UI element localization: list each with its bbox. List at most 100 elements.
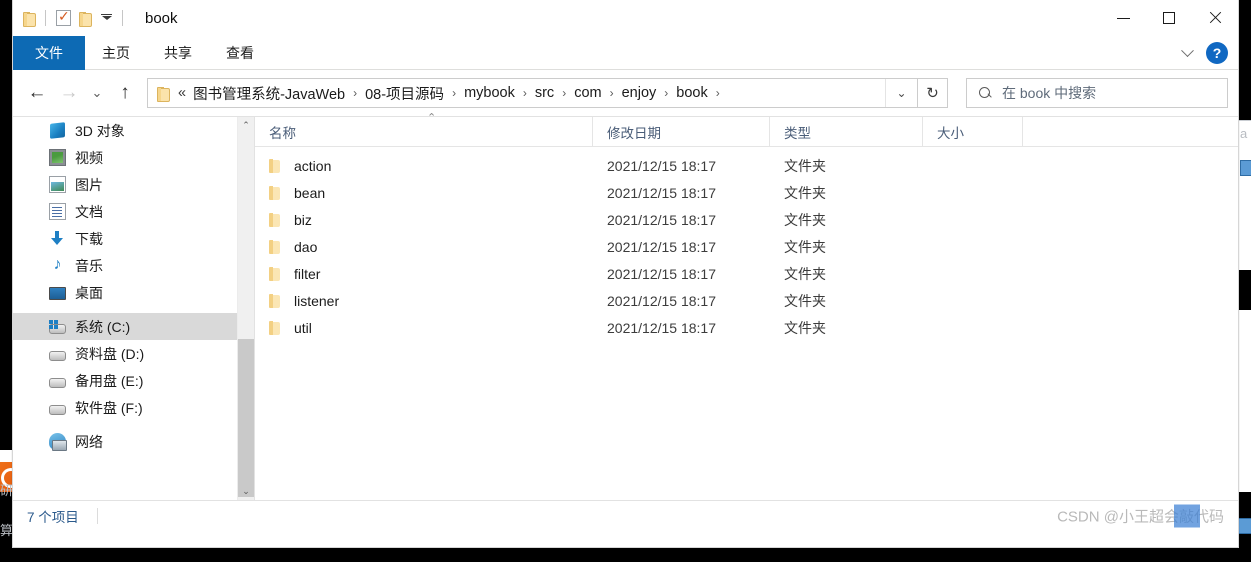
close-button[interactable]: [1192, 0, 1238, 36]
videos-icon: [49, 149, 66, 166]
breadcrumb-separator-4[interactable]: ›: [605, 86, 619, 100]
help-button[interactable]: ?: [1206, 42, 1228, 64]
file-date: 2021/12/15 18:17: [607, 184, 716, 201]
search-input[interactable]: 在 book 中搜索: [1002, 83, 1096, 103]
table-row[interactable]: bean 2021/12/15 18:17 文件夹: [255, 179, 1238, 206]
breadcrumb-separator-2[interactable]: ›: [518, 86, 532, 100]
breadcrumb-item-4[interactable]: com: [571, 83, 604, 103]
sidebar-item-desktop[interactable]: 桌面: [13, 279, 254, 306]
drive-icon: [49, 377, 66, 388]
sidebar-item-label: 视频: [75, 149, 103, 166]
table-row[interactable]: filter 2021/12/15 18:17 文件夹: [255, 260, 1238, 287]
properties-icon[interactable]: [56, 8, 71, 26]
table-row[interactable]: util 2021/12/15 18:17 文件夹: [255, 314, 1238, 341]
ribbon-right-controls: ?: [1174, 36, 1234, 70]
system-drive-icon: [49, 319, 66, 334]
sidebar-item-network[interactable]: 网络: [13, 428, 254, 455]
customize-quick-access-caret-icon[interactable]: [100, 11, 114, 25]
3d-objects-icon: [50, 122, 65, 139]
main-body: 3D 对象 视频 图片 文档 下载 ♪ 音乐 桌面 系统 (C:) 资料盘 (D…: [13, 112, 1238, 500]
scroll-down-button[interactable]: ⌄: [238, 483, 254, 500]
tab-view[interactable]: 查看: [209, 36, 271, 70]
breadcrumb-item-2[interactable]: mybook: [461, 83, 518, 103]
column-header-size[interactable]: 大小: [923, 116, 1023, 147]
downloads-icon: [49, 230, 66, 247]
watermark-selection-overlay: [1174, 504, 1200, 528]
sidebar-item-downloads[interactable]: 下载: [13, 225, 254, 252]
file-type: 文件夹: [784, 211, 826, 228]
scrollbar-thumb[interactable]: [238, 339, 254, 497]
sidebar-item-label: 备用盘 (E:): [75, 372, 144, 389]
up-button[interactable]: ↑: [109, 77, 141, 109]
folder-icon: [269, 239, 283, 255]
file-name: action: [294, 157, 332, 174]
sidebar-item-3d-objects[interactable]: 3D 对象: [13, 117, 254, 144]
refresh-button[interactable]: ↻: [918, 78, 948, 108]
breadcrumb-separator-5[interactable]: ›: [659, 86, 673, 100]
sidebar-scrollbar[interactable]: ⌃ ⌄: [237, 117, 254, 500]
sort-ascending-icon: ⌃: [427, 111, 437, 124]
search-box[interactable]: 在 book 中搜索: [966, 78, 1228, 108]
new-folder-icon[interactable]: [78, 11, 93, 27]
column-header-date[interactable]: 修改日期: [593, 116, 770, 147]
sidebar-item-videos[interactable]: 视频: [13, 144, 254, 171]
table-row[interactable]: dao 2021/12/15 18:17 文件夹: [255, 233, 1238, 260]
table-row[interactable]: action 2021/12/15 18:17 文件夹: [255, 152, 1238, 179]
sidebar-item-label: 桌面: [75, 284, 103, 301]
sidebar-item-drive-f[interactable]: 软件盘 (F:): [13, 394, 254, 421]
breadcrumb-item-0[interactable]: 图书管理系统-JavaWeb: [190, 81, 348, 106]
sidebar-item-drive-d[interactable]: 资料盘 (D:): [13, 340, 254, 367]
scroll-up-button[interactable]: ⌃: [238, 117, 254, 134]
back-button[interactable]: ←: [21, 77, 53, 109]
breadcrumb-item-6[interactable]: book: [673, 83, 710, 103]
column-header-type[interactable]: 类型: [770, 116, 923, 147]
table-row[interactable]: listener 2021/12/15 18:17 文件夹: [255, 287, 1238, 314]
sidebar-item-drive-e[interactable]: 备用盘 (E:): [13, 367, 254, 394]
network-icon: [49, 433, 67, 451]
breadcrumb-item-3[interactable]: src: [532, 83, 557, 103]
folder-icon[interactable]: [22, 11, 37, 27]
bg-black-edge-right: [1239, 0, 1251, 120]
drive-icon: [49, 404, 66, 415]
breadcrumb-item-5[interactable]: enjoy: [619, 83, 660, 103]
file-name: biz: [294, 211, 312, 228]
file-type: 文件夹: [784, 157, 826, 174]
window-controls: [1100, 0, 1238, 36]
navigation-pane: 3D 对象 视频 图片 文档 下载 ♪ 音乐 桌面 系统 (C:) 资料盘 (D…: [13, 117, 254, 500]
sidebar-item-documents[interactable]: 文档: [13, 198, 254, 225]
sidebar-item-pictures[interactable]: 图片: [13, 171, 254, 198]
address-dropdown-icon[interactable]: ⌄: [885, 79, 917, 107]
minimize-button[interactable]: [1100, 0, 1146, 36]
breadcrumb-item-1[interactable]: 08-项目源码: [362, 81, 447, 106]
sidebar-item-label: 软件盘 (F:): [75, 399, 143, 416]
sidebar-item-music[interactable]: ♪ 音乐: [13, 252, 254, 279]
chevron-down-icon[interactable]: [1174, 40, 1200, 66]
drive-icon: [49, 350, 66, 361]
file-name-cell: listener: [255, 293, 593, 309]
address-field[interactable]: « 图书管理系统-JavaWeb › 08-项目源码 › mybook › sr…: [147, 78, 918, 108]
maximize-button[interactable]: [1146, 0, 1192, 36]
folder-icon: [269, 293, 283, 309]
tab-share[interactable]: 共享: [147, 36, 209, 70]
breadcrumb-separator-6[interactable]: ›: [711, 86, 725, 100]
breadcrumb-separator-0[interactable]: ›: [348, 86, 362, 100]
address-bar: ← → ⌄ ↑ « 图书管理系统-JavaWeb › 08-项目源码 › myb…: [13, 70, 1238, 116]
sidebar-item-system-c[interactable]: 系统 (C:): [13, 313, 254, 340]
status-divider: [96, 508, 98, 524]
breadcrumb-separator-3[interactable]: ›: [557, 86, 571, 100]
bg-black-edge-right-2: [1239, 270, 1251, 310]
column-header-name[interactable]: 名称 ⌃: [255, 112, 593, 147]
recent-locations-button[interactable]: ⌄: [85, 77, 109, 109]
tab-home[interactable]: 主页: [85, 36, 147, 70]
bg-icon-right: [1240, 160, 1251, 176]
qat-divider-2: [122, 10, 123, 26]
bg-text-fragment-right: a: [1240, 126, 1248, 141]
forward-button[interactable]: →: [53, 77, 85, 109]
table-row[interactable]: biz 2021/12/15 18:17 文件夹: [255, 206, 1238, 233]
file-type: 文件夹: [784, 265, 826, 282]
column-header-name-label: 名称: [269, 125, 296, 141]
breadcrumb-overflow-icon[interactable]: «: [178, 85, 190, 101]
tab-file[interactable]: 文件: [13, 36, 85, 70]
breadcrumb-separator-1[interactable]: ›: [447, 86, 461, 100]
